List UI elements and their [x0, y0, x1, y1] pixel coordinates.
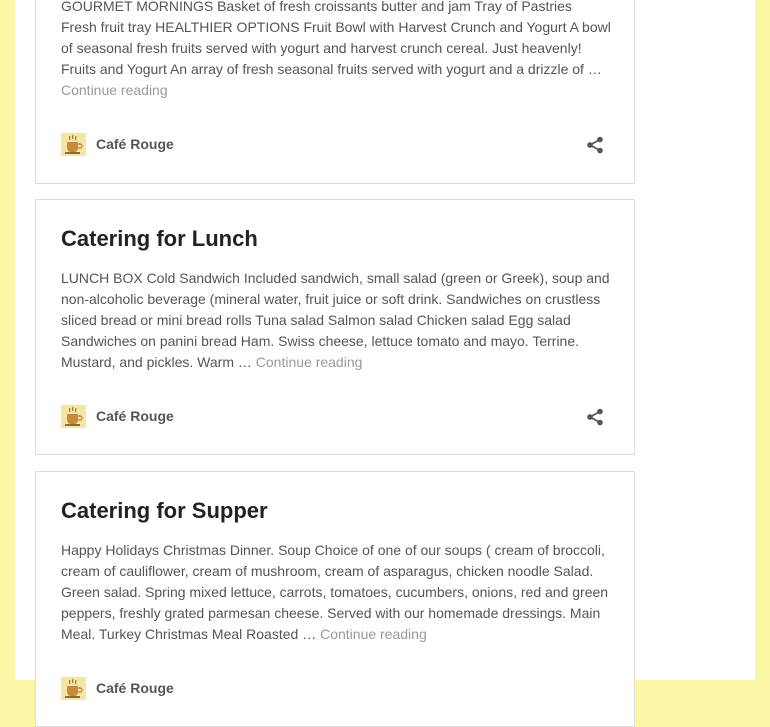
author-link[interactable]: Café Rouge: [61, 403, 174, 429]
coffee-cup-icon: [61, 132, 86, 156]
post-excerpt-text: GOURMET MORNINGS Basket of fresh croissa…: [61, 0, 611, 77]
post-card: GOURMET MORNINGS Basket of fresh croissa…: [35, 0, 635, 184]
author-name: Café Rouge: [96, 136, 174, 152]
share-icon[interactable]: [586, 136, 604, 154]
post-excerpt: LUNCH BOX Cold Sandwich Included sandwic…: [61, 268, 611, 373]
continue-reading-link[interactable]: Continue reading: [61, 82, 168, 98]
author-link[interactable]: Café Rouge: [61, 675, 174, 701]
share-icon[interactable]: [586, 408, 604, 426]
post-excerpt: Happy Holidays Christmas Dinner. Soup Ch…: [61, 540, 611, 645]
author-name: Café Rouge: [96, 680, 174, 696]
post-title[interactable]: Catering for Lunch: [61, 226, 258, 252]
content-area: GOURMET MORNINGS Basket of fresh croissa…: [15, 0, 755, 727]
post-title[interactable]: Catering for Supper: [61, 498, 268, 524]
continue-reading-link[interactable]: Continue reading: [256, 354, 363, 370]
author-name: Café Rouge: [96, 408, 174, 424]
coffee-cup-icon: [61, 404, 86, 428]
author-link[interactable]: Café Rouge: [61, 131, 174, 157]
post-card: Catering for Lunch LUNCH BOX Cold Sandwi…: [35, 199, 635, 455]
continue-reading-link[interactable]: Continue reading: [320, 626, 427, 642]
post-card: Catering for Supper Happy Holidays Chris…: [35, 471, 635, 727]
post-excerpt: GOURMET MORNINGS Basket of fresh croissa…: [61, 0, 611, 101]
